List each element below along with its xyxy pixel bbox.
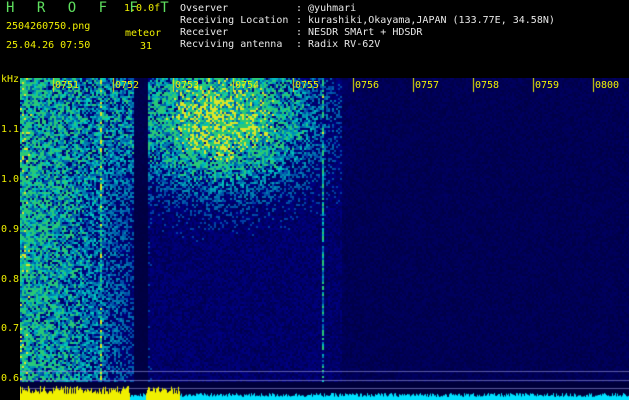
file-name: 2504260750.png xyxy=(6,21,91,32)
time-label: 0759 xyxy=(535,80,560,91)
frequency-unit-label: kHz xyxy=(1,74,20,85)
info-key: Receiving Location xyxy=(180,15,289,26)
info-row-receiver: Receiver : NESDR SMArt + HDSDR xyxy=(180,27,422,38)
time-label: 0751 xyxy=(55,80,80,91)
freq-label: 0.7 xyxy=(1,323,20,334)
info-key: Receiver xyxy=(180,27,229,38)
meteor-count: 31 xyxy=(140,41,153,52)
info-value: : kurashiki,Okayama,JAPAN (133.77E, 34.5… xyxy=(296,15,555,26)
freq-label: 0.8 xyxy=(1,274,20,285)
meteor-label: meteor xyxy=(125,28,162,39)
info-value: : Radix RV-62V xyxy=(296,39,381,50)
time-label: 0753 xyxy=(175,80,200,91)
info-key: Ovserver xyxy=(180,3,229,14)
time-label: 0756 xyxy=(355,80,380,91)
info-row-location: Receiving Location : kurashiki,Okayama,JA… xyxy=(180,15,555,26)
time-label: 0757 xyxy=(415,80,440,91)
info-row-observer: Ovserver : @yuhmari xyxy=(180,3,356,14)
freq-label: 1.1 xyxy=(1,124,20,135)
spectrogram-canvas xyxy=(20,78,629,400)
time-label: 0755 xyxy=(295,80,320,91)
time-label: 0800 xyxy=(595,80,620,91)
timestamp: 25.04.26 07:50 xyxy=(6,40,91,51)
info-value: : @yuhmari xyxy=(296,3,357,14)
time-label: 0752 xyxy=(115,80,140,91)
freq-label: 0.6 xyxy=(1,373,20,384)
freq-label: 0.9 xyxy=(1,224,20,235)
app-version: 1.0.0f xyxy=(124,3,161,14)
time-label: 0758 xyxy=(475,80,500,91)
freq-label: 1.0 xyxy=(1,174,20,185)
info-key: Recviving antenna xyxy=(180,39,283,50)
info-row-antenna: Recviving antenna : Radix RV-62V xyxy=(180,39,380,50)
time-label: 0754 xyxy=(235,80,260,91)
info-value: : NESDR SMArt + HDSDR xyxy=(296,27,423,38)
